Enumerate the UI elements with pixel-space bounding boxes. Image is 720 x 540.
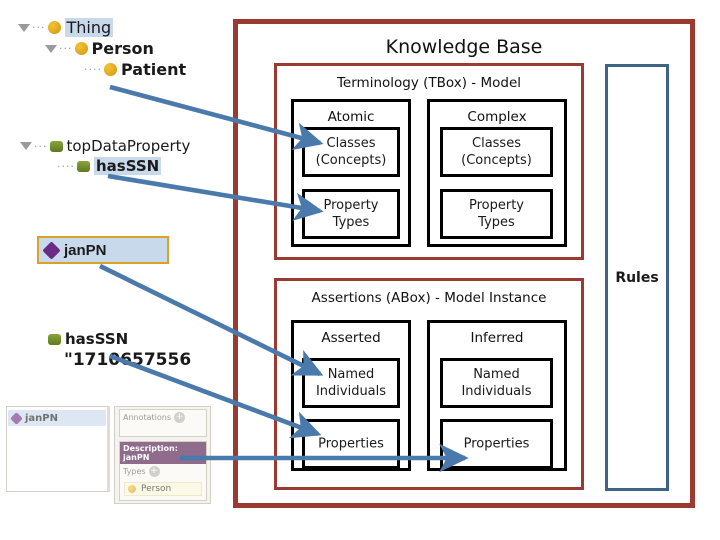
- tbox-atomic-property-types: Property Types: [302, 189, 400, 239]
- individuals-list[interactable]: janPN: [6, 406, 110, 492]
- class-circle-icon: [104, 63, 117, 76]
- annotations-header-label: Annotations: [123, 413, 172, 422]
- tbox-atomic-property-types-label: Property Types: [323, 198, 379, 230]
- class-tree-label-thing: Thing: [64, 18, 114, 37]
- tbox-atomic-classes-label: Classes (Concepts): [315, 136, 387, 168]
- abox-asserted-named-individuals-label: Named Individuals: [315, 367, 387, 399]
- property-assertion-hasssn: hasSSN "1710657556: [48, 330, 191, 370]
- property-tree-label-hasssn: hasSSN: [94, 157, 162, 175]
- data-property-icon: [48, 333, 61, 345]
- description-header: Description: janPN: [120, 442, 206, 464]
- abox-inferred-named-individuals-label: Named Individuals: [461, 367, 532, 399]
- abox-inferred-properties: Properties: [440, 419, 553, 469]
- individual-diamond-icon: [42, 240, 61, 260]
- individual-row-janpn[interactable]: janPN: [37, 236, 169, 264]
- rules-label: Rules: [615, 269, 659, 286]
- abox-title: Assertions (ABox) - Model Instance: [311, 290, 547, 306]
- annotations-header: Annotations +: [120, 410, 206, 425]
- tree-connector-icon: ···: [32, 21, 46, 34]
- individual-detail-pane: Annotations + Description: janPN Types +…: [114, 406, 211, 504]
- class-circle-icon: [47, 21, 61, 34]
- individuals-list-item-janpn[interactable]: janPN: [8, 410, 106, 426]
- type-value-person[interactable]: Person: [124, 482, 202, 496]
- tree-connector-icon: ····: [84, 63, 102, 76]
- individual-label-janpn: janPN: [64, 241, 107, 259]
- individuals-list-item-label: janPN: [25, 412, 58, 424]
- assertion-value-label: "1710657556: [64, 350, 192, 370]
- types-header: Types +: [120, 464, 206, 479]
- property-tree-row-hasssn[interactable]: ···· hasSSN: [47, 157, 162, 175]
- class-circle-icon: [128, 485, 136, 493]
- class-tree-label-person: Person: [91, 39, 154, 58]
- tbox-column-atomic-title: Atomic: [327, 109, 375, 125]
- annotations-section: Annotations +: [119, 409, 207, 437]
- tbox-complex-property-types: Property Types: [440, 189, 553, 239]
- rules-box: Rules: [605, 64, 669, 491]
- class-tree-row-person[interactable]: ··· Person: [45, 39, 154, 58]
- abox-inferred-properties-label: Properties: [463, 436, 530, 452]
- twisty-expanded-icon[interactable]: [18, 23, 30, 32]
- abox-asserted-properties: Properties: [302, 419, 400, 469]
- description-header-label: Description: janPN: [123, 444, 178, 462]
- tree-connector-icon: ···: [34, 139, 48, 153]
- assertion-property-row: hasSSN: [48, 330, 191, 348]
- data-property-icon: [77, 160, 90, 172]
- class-tree-row-thing[interactable]: ··· Thing: [18, 18, 114, 37]
- abox-asserted-named-individuals: Named Individuals: [302, 358, 400, 408]
- tbox-atomic-classes: Classes (Concepts): [302, 127, 400, 177]
- tbox-column-complex-title: Complex: [467, 109, 527, 125]
- tree-connector-icon: ···: [59, 42, 73, 55]
- abox-asserted-properties-label: Properties: [318, 436, 384, 452]
- add-annotation-button[interactable]: +: [174, 412, 186, 423]
- tbox-complex-classes-label: Classes (Concepts): [461, 136, 532, 168]
- property-tree-row-topdataproperty[interactable]: ··· topDataProperty: [20, 137, 190, 155]
- abox-column-asserted-title: Asserted: [321, 330, 381, 346]
- tree-connector-icon: ····: [57, 159, 75, 173]
- data-property-icon: [49, 140, 63, 152]
- tbox-title: Terminology (TBox) - Model: [336, 75, 521, 91]
- protege-individuals-panel: janPN Annotations + Description: janPN T…: [6, 406, 211, 506]
- property-tree-label-topdataproperty: topDataProperty: [66, 137, 191, 155]
- class-tree-row-patient[interactable]: ···· Patient: [72, 60, 186, 79]
- individual-diamond-icon: [10, 411, 23, 425]
- diagram-canvas: ··· Thing ··· Person ···· Patient ··· to…: [0, 0, 720, 540]
- type-value-label: Person: [141, 484, 172, 494]
- abox-inferred-named-individuals: Named Individuals: [440, 358, 553, 408]
- abox-column-inferred-title: Inferred: [470, 330, 524, 346]
- class-circle-icon: [74, 42, 88, 55]
- knowledge-base-title: Knowledge Base: [385, 36, 543, 58]
- tbox-complex-property-types-label: Property Types: [468, 198, 524, 230]
- tbox-complex-classes: Classes (Concepts): [440, 127, 553, 177]
- add-type-button[interactable]: +: [148, 466, 160, 477]
- twisty-expanded-icon[interactable]: [20, 142, 32, 150]
- twisty-expanded-icon[interactable]: [45, 44, 57, 53]
- types-header-label: Types: [123, 467, 146, 476]
- assertion-property-label: hasSSN: [65, 330, 129, 348]
- description-section: Description: janPN Types + Person: [119, 441, 207, 501]
- class-tree-label-patient: Patient: [121, 60, 187, 79]
